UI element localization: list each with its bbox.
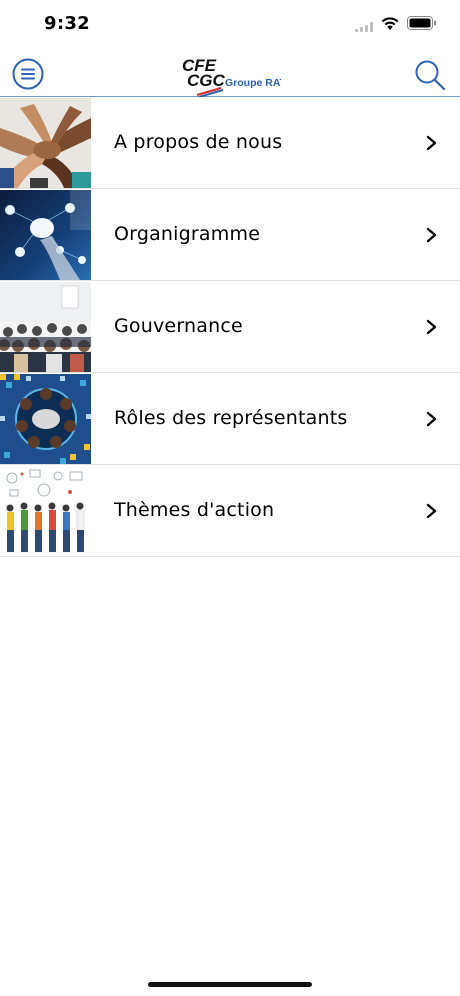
logo-text-cgc: CGC bbox=[187, 71, 226, 90]
status-time: 9:32 bbox=[44, 13, 90, 34]
cellular-signal-icon bbox=[355, 22, 373, 32]
list-item-gouvernance[interactable]: Gouvernance bbox=[0, 282, 460, 373]
item-label: Organigramme bbox=[114, 223, 261, 245]
item-label: Gouvernance bbox=[114, 315, 243, 337]
cfe-cgc-logo: CFE CGC Groupe RATP bbox=[182, 56, 281, 97]
item-label: Rôles des représentants bbox=[114, 407, 348, 429]
item-label: Thèmes d'action bbox=[114, 499, 275, 521]
chevron-right-icon bbox=[426, 227, 437, 243]
meeting-table-image bbox=[0, 374, 91, 464]
list-item-themes-action[interactable]: Thèmes d'action bbox=[0, 466, 460, 557]
home-indicator bbox=[148, 982, 312, 987]
logo-text-groupe-ratp: Groupe RATP bbox=[225, 77, 281, 89]
menu-list: A propos de nous Organigramme Gouvernanc… bbox=[0, 98, 460, 557]
battery-icon bbox=[407, 16, 436, 30]
network-hand-image bbox=[0, 190, 91, 280]
search-icon[interactable] bbox=[413, 58, 447, 92]
item-label: A propos de nous bbox=[114, 131, 283, 153]
chevron-right-icon bbox=[426, 503, 437, 519]
list-item-a-propos[interactable]: A propos de nous bbox=[0, 98, 460, 189]
list-item-organigramme[interactable]: Organigramme bbox=[0, 190, 460, 281]
menu-icon[interactable] bbox=[12, 58, 44, 90]
nav-bar: CFE CGC Groupe RATP bbox=[0, 52, 460, 97]
status-bar: 9:32 bbox=[0, 0, 460, 52]
people-with-icons-image bbox=[0, 466, 91, 556]
chevron-right-icon bbox=[426, 135, 437, 151]
stacked-hands-image bbox=[0, 98, 91, 188]
list-item-roles-representants[interactable]: Rôles des représentants bbox=[0, 374, 460, 465]
chevron-right-icon bbox=[426, 319, 437, 335]
wifi-icon bbox=[381, 17, 399, 30]
chevron-right-icon bbox=[426, 411, 437, 427]
conference-audience-image bbox=[0, 282, 91, 372]
